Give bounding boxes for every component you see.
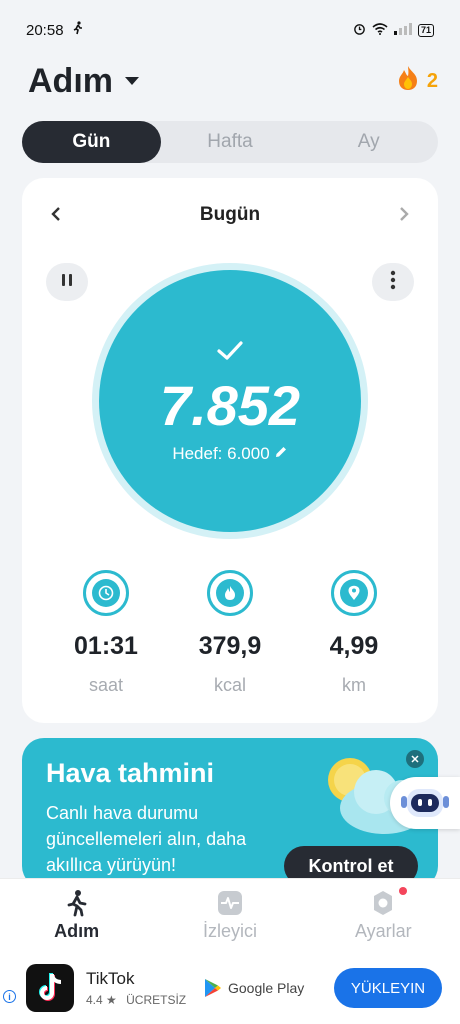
stat-value: 379,9 xyxy=(198,632,262,660)
assistant-bot-button[interactable] xyxy=(390,777,460,829)
ad-app-name: TikTok xyxy=(86,969,135,988)
location-pin-icon xyxy=(331,570,377,616)
walking-icon xyxy=(63,889,91,917)
walking-status-icon xyxy=(72,21,84,39)
battery-icon: 71 xyxy=(417,23,434,37)
steps-card: Bugün 7.852 Hedef: 6.000 01:31 saat 379,… xyxy=(22,178,438,723)
streak-count: 2 xyxy=(426,69,438,92)
status-left: 20:58 xyxy=(26,21,84,39)
pause-button[interactable] xyxy=(46,263,88,301)
more-vertical-icon xyxy=(390,270,396,295)
install-button[interactable]: YÜKLEYIN xyxy=(334,968,442,1008)
stat-duration: 01:31 saat xyxy=(51,570,161,696)
clock-icon xyxy=(83,570,129,616)
steps-count: 7.852 xyxy=(159,374,301,437)
google-play-badge: Google Play xyxy=(204,978,304,998)
streak-counter[interactable]: 2 xyxy=(397,65,438,97)
ad-rating: 4.4 ★ xyxy=(86,993,117,1007)
tab-month[interactable]: Ay xyxy=(299,121,438,163)
ad-price: ÜCRETSİZ xyxy=(126,993,187,1007)
flame-icon xyxy=(207,570,253,616)
nav-label: İzleyici xyxy=(202,921,257,941)
stat-value: 4,99 xyxy=(329,632,379,660)
status-right: 71 xyxy=(353,22,434,38)
alarm-icon xyxy=(353,22,366,38)
wifi-icon xyxy=(372,22,388,38)
weather-promo-card[interactable]: Hava tahmini Canlı hava durumu güncellem… xyxy=(22,738,438,888)
google-play-icon xyxy=(205,979,221,997)
signal-icon xyxy=(393,22,412,38)
ad-rating-row: 4.4 ★ ÜCRETSİZ xyxy=(86,993,194,1007)
title-dropdown[interactable]: Adım xyxy=(28,62,139,101)
steps-progress-ring: 7.852 Hedef: 6.000 xyxy=(92,263,368,539)
info-icon[interactable]: i xyxy=(3,990,16,1003)
nav-label: Adım xyxy=(54,921,100,941)
notification-dot xyxy=(398,887,407,895)
status-time: 20:58 xyxy=(26,21,64,39)
stat-unit: saat xyxy=(88,675,124,695)
tiktok-logo-icon xyxy=(26,964,74,1012)
stat-value: 01:31 xyxy=(74,632,138,660)
nav-tracker[interactable]: İzleyici xyxy=(153,879,306,952)
steps-circle: 7.852 Hedef: 6.000 xyxy=(99,270,361,532)
more-options-button[interactable] xyxy=(372,263,414,301)
date-label: Bugün xyxy=(199,204,261,225)
store-label: Google Play xyxy=(228,980,305,996)
promo-title: Hava tahmini xyxy=(46,758,215,788)
stat-calories: 379,9 kcal xyxy=(175,570,285,696)
stat-unit: km xyxy=(342,675,366,695)
activity-icon xyxy=(216,889,244,917)
chevron-right-icon[interactable] xyxy=(398,202,410,228)
pencil-icon xyxy=(274,444,288,464)
tab-day[interactable]: Gün xyxy=(22,121,161,163)
chevron-down-icon xyxy=(125,73,139,89)
bottom-navigation: Adım İzleyici Ayarlar xyxy=(0,878,460,952)
check-icon xyxy=(216,338,244,368)
period-segmented-control: Gün Hafta Ay xyxy=(22,121,438,163)
promo-text: Canlı hava durumu güncellemeleri alın, d… xyxy=(46,803,247,875)
nav-label: Ayarlar xyxy=(354,921,412,941)
date-navigator: Bugün xyxy=(22,200,438,230)
page-title: Adım xyxy=(28,61,113,100)
goal-label: Hedef: 6.000 xyxy=(172,444,270,463)
ad-text: TikTok 4.4 ★ ÜCRETSİZ xyxy=(86,969,194,1007)
header: Adım 2 xyxy=(28,58,438,104)
robot-icon xyxy=(401,789,449,817)
stat-unit: kcal xyxy=(213,675,246,695)
stats-row: 01:31 saat 379,9 kcal 4,99 km xyxy=(22,570,438,696)
nav-steps[interactable]: Adım xyxy=(0,879,153,952)
tab-week[interactable]: Hafta xyxy=(161,121,300,163)
status-bar: 20:58 71 xyxy=(0,0,460,60)
fire-icon xyxy=(397,65,419,97)
gear-icon xyxy=(369,889,397,917)
chevron-left-icon[interactable] xyxy=(50,202,62,228)
close-icon[interactable] xyxy=(406,750,424,768)
ad-banner[interactable]: i TikTok 4.4 ★ ÜCRETSİZ Google Play YÜKL… xyxy=(0,952,460,1024)
goal-edit[interactable]: Hedef: 6.000 xyxy=(172,444,287,464)
pause-icon xyxy=(61,273,73,292)
stat-distance: 4,99 km xyxy=(299,570,409,696)
nav-settings[interactable]: Ayarlar xyxy=(307,879,460,952)
